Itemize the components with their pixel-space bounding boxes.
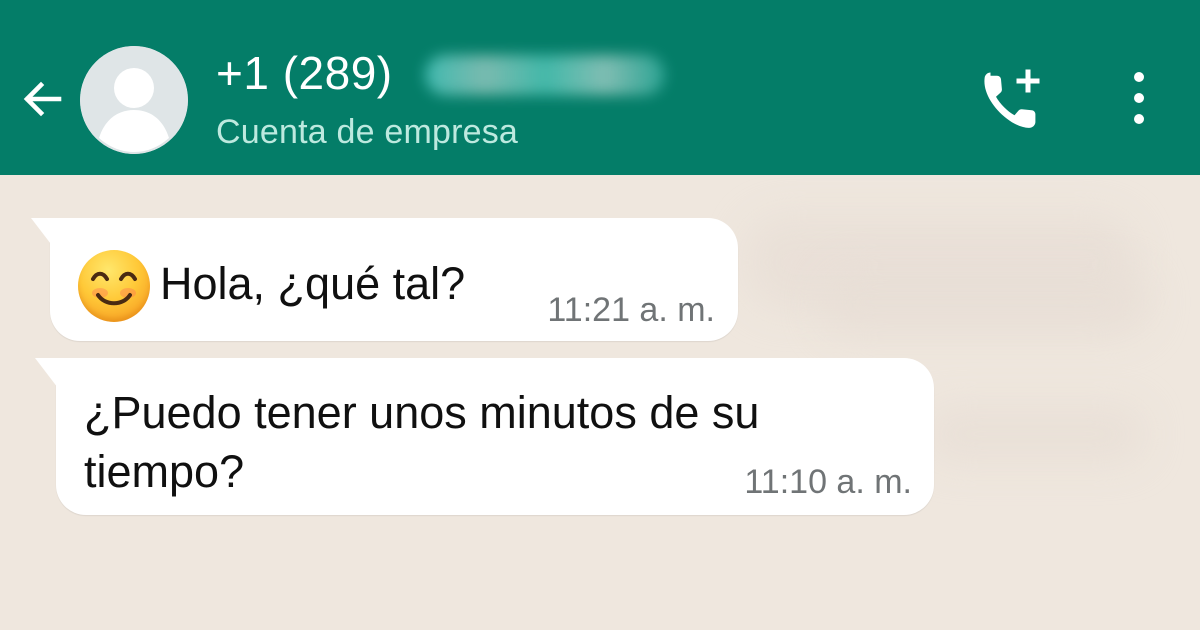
contact-avatar[interactable] [80, 46, 188, 154]
person-avatar-icon [80, 46, 188, 154]
whatsapp-chat-screen: +1 (289) Cuenta de empresa Hola, ¿qué ta… [0, 0, 1200, 630]
blurred-background-area [925, 405, 1145, 463]
back-arrow-icon [23, 81, 62, 117]
message-tail [35, 358, 61, 392]
smiling-face-icon [91, 271, 137, 306]
message-tail [31, 218, 57, 252]
contact-info[interactable]: +1 (289) Cuenta de empresa [216, 38, 776, 158]
back-button[interactable] [16, 72, 70, 126]
smiling-face-emoji [78, 250, 150, 322]
blurred-background-area [820, 267, 1150, 337]
incoming-message-bubble[interactable]: ¿Puedo tener unos minutos de su tiempo? … [35, 358, 934, 515]
message-timestamp: 11:21 a. m. [547, 291, 715, 329]
phone-plus-icon [984, 69, 1040, 128]
blurred-phone-number [425, 55, 666, 95]
add-call-button[interactable] [972, 62, 1046, 136]
more-options-button[interactable] [1114, 68, 1164, 128]
contact-number: +1 (289) [216, 47, 393, 99]
vertical-dots-icon [1134, 72, 1144, 124]
contact-name-row: +1 (289) [216, 41, 776, 105]
incoming-message-bubble[interactable]: Hola, ¿qué tal? 11:21 a. m. [31, 218, 738, 341]
chat-message-area: Hola, ¿qué tal? 11:21 a. m. ¿Puedo tener… [0, 175, 1200, 630]
message-text: Hola, ¿qué tal? [160, 258, 466, 309]
contact-type: Cuenta de empresa [216, 113, 519, 151]
message-timestamp: 11:10 a. m. [744, 463, 912, 501]
chat-header: +1 (289) Cuenta de empresa [0, 0, 1200, 175]
